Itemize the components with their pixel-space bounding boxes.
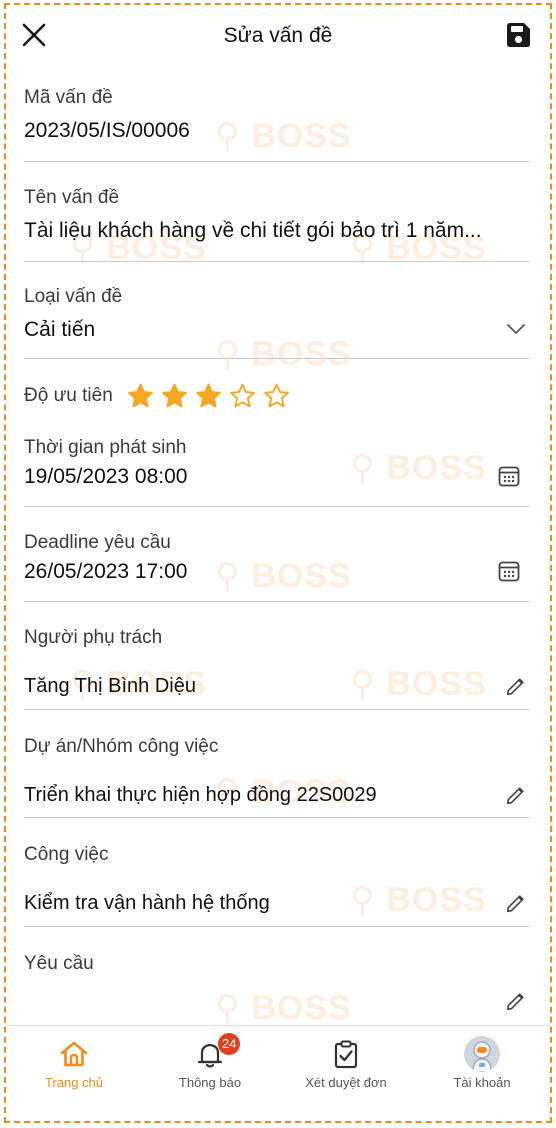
issue-name-field[interactable]: Tên vấn đề Tài liệu khách hàng về chi ti… bbox=[24, 187, 529, 243]
task-value[interactable]: Kiểm tra vận hành hệ thống bbox=[24, 892, 529, 915]
calendar-icon[interactable] bbox=[497, 559, 521, 583]
request-label: Yêu cầu bbox=[24, 953, 94, 974]
issue-name-input[interactable]: Tài liệu khách hàng về chi tiết gói bảo … bbox=[24, 219, 529, 243]
nav-notifications[interactable]: 24 Thông báo bbox=[142, 1026, 278, 1121]
issue-type-label: Loại vấn đề bbox=[24, 286, 123, 307]
calendar-icon[interactable] bbox=[497, 464, 521, 488]
save-icon bbox=[507, 23, 530, 47]
deadline-field[interactable]: Deadline yêu cầu 26/05/2023 17:00 bbox=[24, 532, 529, 584]
priority-rating[interactable] bbox=[126, 382, 291, 410]
nav-home[interactable]: Trang chủ bbox=[6, 1026, 142, 1121]
avatar bbox=[464, 1036, 500, 1072]
nav-approvals-label: Xét duyệt đơn bbox=[305, 1075, 387, 1090]
issue-code-value: 2023/05/IS/00006 bbox=[24, 119, 190, 142]
divider bbox=[24, 358, 529, 359]
chevron-down-icon[interactable] bbox=[506, 322, 526, 336]
bottom-nav: Trang chủ 24 Thông báo Xét duyệt đơn Tài… bbox=[6, 1025, 550, 1120]
pencil-icon[interactable] bbox=[505, 675, 527, 697]
star-icon[interactable] bbox=[126, 382, 155, 410]
occurred-time-value[interactable]: 19/05/2023 08:00 bbox=[24, 465, 529, 489]
deadline-label: Deadline yêu cầu bbox=[24, 532, 171, 553]
save-button[interactable] bbox=[504, 21, 532, 49]
pencil-icon[interactable] bbox=[505, 784, 527, 806]
issue-code-field: Mã vấn đề 2023/05/IS/00006 bbox=[24, 87, 529, 143]
issue-code-label: Mã vấn đề bbox=[24, 87, 113, 108]
page-title: Sửa vấn đề bbox=[223, 24, 333, 47]
notification-badge: 24 bbox=[218, 1033, 241, 1055]
assignee-field[interactable]: Người phụ trách Tăng Thị Bình Diệu bbox=[24, 627, 529, 698]
app-header: Sửa vấn đề bbox=[6, 6, 550, 64]
request-field[interactable]: Yêu cầu bbox=[24, 953, 529, 1001]
deadline-value[interactable]: 26/05/2023 17:00 bbox=[24, 560, 529, 584]
nav-account-label: Tài khoản bbox=[453, 1075, 511, 1090]
clipboard-check-icon bbox=[334, 1040, 358, 1069]
assignee-value[interactable]: Tăng Thị Bình Diệu bbox=[24, 675, 529, 698]
pencil-icon[interactable] bbox=[505, 892, 527, 914]
astronaut-icon bbox=[472, 1041, 492, 1072]
nav-approvals[interactable]: Xét duyệt đơn bbox=[278, 1026, 414, 1121]
nav-home-label: Trang chủ bbox=[44, 1075, 104, 1090]
task-label: Công việc bbox=[24, 844, 109, 865]
project-label: Dự án/Nhóm công việc bbox=[24, 736, 219, 757]
divider bbox=[24, 709, 529, 710]
assignee-label: Người phụ trách bbox=[24, 627, 163, 648]
star-icon[interactable] bbox=[160, 382, 189, 410]
divider bbox=[24, 817, 529, 818]
occurred-time-field[interactable]: Thời gian phát sinh 19/05/2023 08:00 bbox=[24, 437, 529, 489]
issue-type-value[interactable]: Cải tiến bbox=[24, 318, 529, 342]
divider bbox=[24, 601, 529, 602]
priority-field: Độ ưu tiên bbox=[24, 385, 124, 407]
home-icon bbox=[60, 1041, 88, 1067]
star-icon[interactable] bbox=[194, 382, 223, 410]
divider bbox=[24, 161, 529, 162]
star-icon[interactable] bbox=[228, 382, 257, 410]
nav-account[interactable]: Tài khoản bbox=[414, 1026, 550, 1121]
occurred-time-label: Thời gian phát sinh bbox=[24, 437, 187, 458]
priority-label: Độ ưu tiên bbox=[24, 385, 113, 406]
task-field[interactable]: Công việc Kiểm tra vận hành hệ thống bbox=[24, 844, 529, 915]
project-field[interactable]: Dự án/Nhóm công việc Triển khai thực hiệ… bbox=[24, 736, 529, 807]
project-value[interactable]: Triển khai thực hiện hợp đồng 22S0029 bbox=[24, 784, 529, 807]
pencil-icon[interactable] bbox=[505, 990, 527, 1012]
star-icon[interactable] bbox=[262, 382, 291, 410]
divider bbox=[24, 506, 529, 507]
divider bbox=[24, 261, 529, 262]
issue-type-select[interactable]: Loại vấn đề Cải tiến bbox=[24, 286, 529, 342]
divider bbox=[24, 926, 529, 927]
issue-name-label: Tên vấn đề bbox=[24, 187, 120, 208]
nav-notifications-label: Thông báo bbox=[178, 1075, 242, 1090]
